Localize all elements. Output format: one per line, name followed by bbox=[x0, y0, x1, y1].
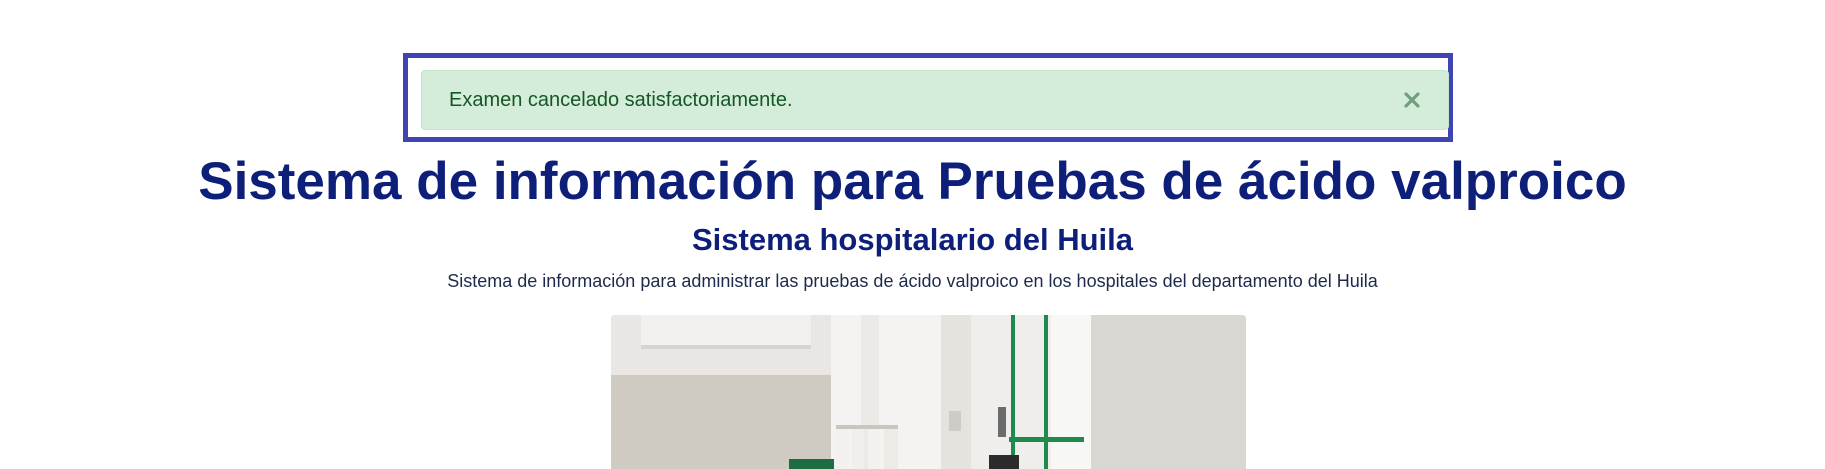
page-description: Sistema de información para administrar … bbox=[447, 271, 1378, 291]
success-alert: Examen cancelado satisfactoriamente. bbox=[421, 70, 1449, 130]
page-subtitle: Sistema hospitalario del Huila bbox=[691, 222, 1133, 257]
alert-highlight-frame: Examen cancelado satisfactoriamente. bbox=[403, 53, 1453, 142]
page: Examen cancelado satisfactoriamente. Sis… bbox=[0, 0, 1825, 469]
alert-message: Examen cancelado satisfactoriamente. bbox=[449, 88, 793, 111]
close-icon[interactable] bbox=[1402, 90, 1422, 110]
hospital-room-image bbox=[611, 315, 1246, 469]
page-title: Sistema de información para Pruebas de á… bbox=[198, 152, 1627, 211]
